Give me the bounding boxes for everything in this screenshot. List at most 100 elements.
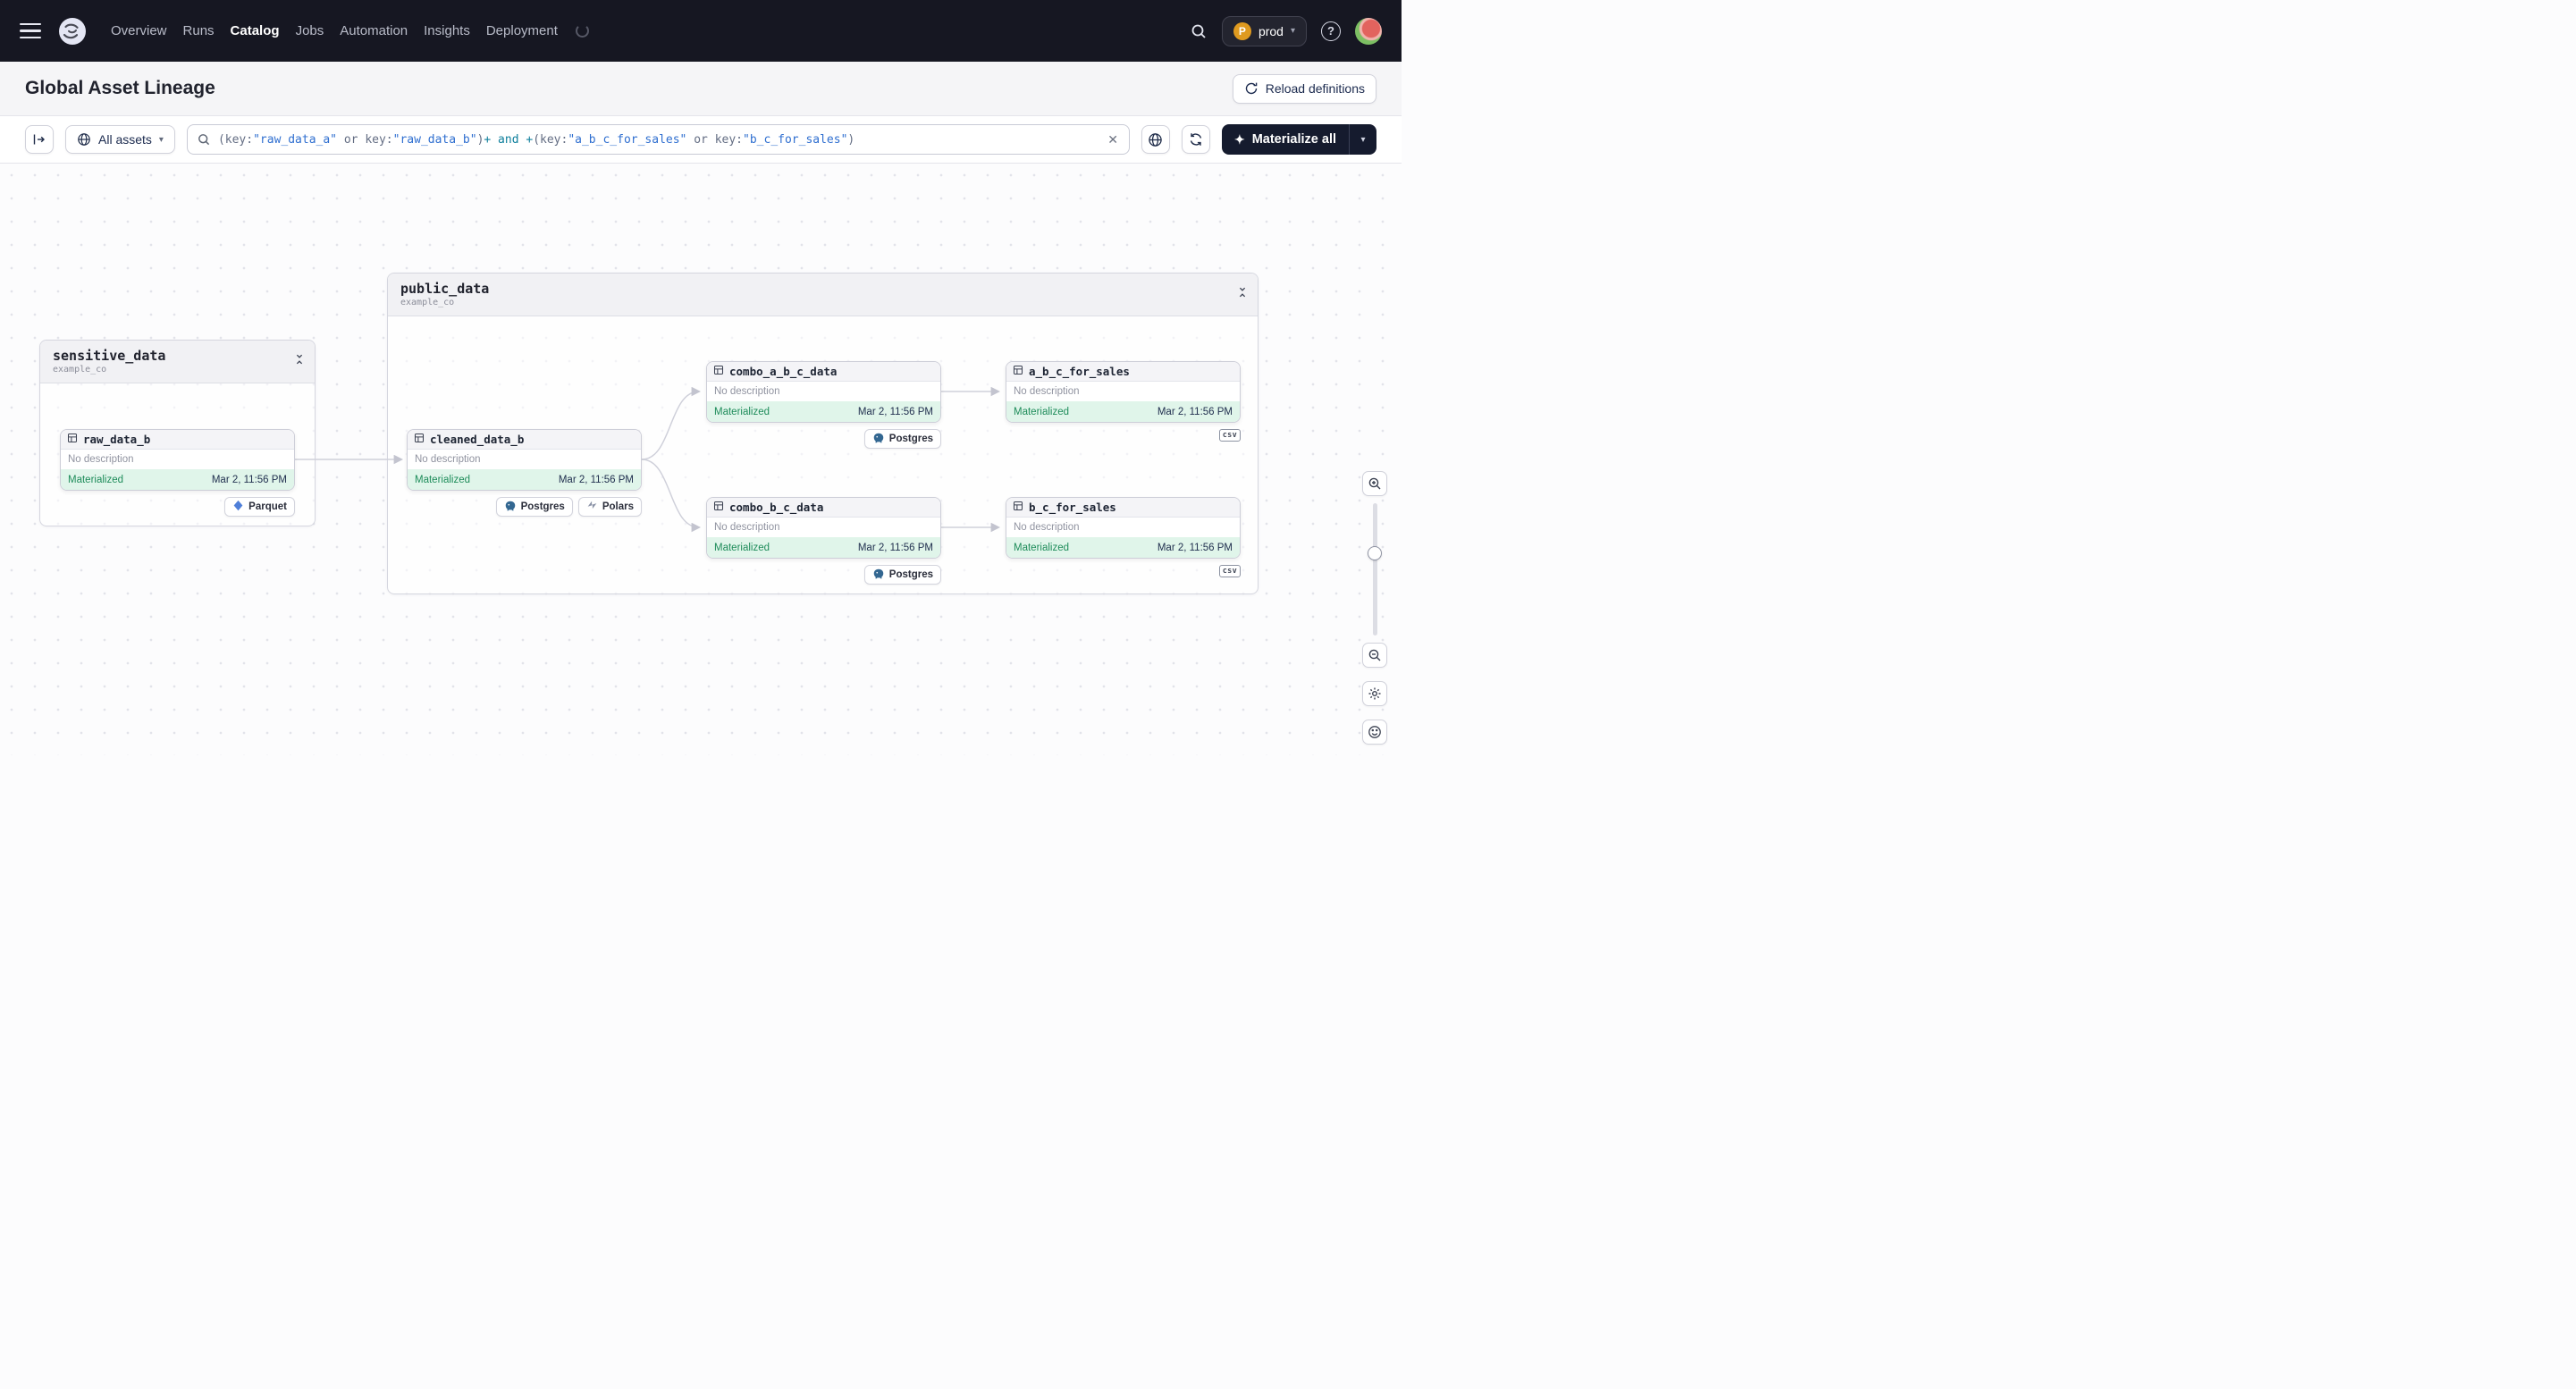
- asset-card[interactable]: combo_a_b_c_data No description Material…: [706, 361, 941, 423]
- zoom-in-button[interactable]: [1362, 471, 1387, 496]
- asset-card-header: combo_a_b_c_data: [707, 362, 940, 382]
- loading-spinner-icon: [575, 24, 589, 38]
- asset-status-row: Materialized Mar 2, 11:56 PM: [408, 469, 641, 490]
- chevron-down-icon: ▾: [1290, 26, 1295, 36]
- asset-tags: Postgres: [706, 429, 941, 449]
- reload-definitions-label: Reload definitions: [1265, 81, 1365, 96]
- postgres-icon: [872, 432, 885, 447]
- asset-scope-label: All assets: [98, 132, 152, 147]
- refresh-button[interactable]: [1181, 125, 1210, 154]
- asset-tags: Postgres: [706, 565, 941, 585]
- open-panel-button[interactable]: [25, 125, 54, 154]
- help-icon[interactable]: ?: [1321, 21, 1341, 41]
- nav-item-catalog[interactable]: Catalog: [231, 18, 280, 44]
- nav-item-automation[interactable]: Automation: [340, 18, 408, 44]
- tag-label: Parquet: [248, 501, 287, 512]
- topnav-right-controls: P prod ▾ ?: [1190, 15, 1382, 46]
- zoom-slider[interactable]: [1362, 503, 1387, 636]
- deployment-initial-badge: P: [1233, 21, 1251, 40]
- materialize-all-label: Materialize all: [1251, 132, 1336, 147]
- globe-icon: [77, 132, 91, 147]
- asset-name: combo_b_c_data: [729, 501, 824, 514]
- nav-item-deployment[interactable]: Deployment: [486, 18, 558, 44]
- zoom-slider-track: [1372, 503, 1377, 636]
- menu-icon[interactable]: [20, 22, 41, 39]
- search-icon: [197, 132, 211, 147]
- query-token: (key:: [533, 132, 568, 147]
- tag-label: Polars: [602, 501, 634, 512]
- reload-definitions-button[interactable]: Reload definitions: [1232, 73, 1376, 104]
- materialize-all-split-button: ✦ Materialize all ▾: [1221, 124, 1376, 155]
- collapse-group-icon[interactable]: [1236, 286, 1249, 301]
- asset-node-combo_b_c_data: combo_b_c_data No description Materializ…: [706, 497, 941, 585]
- asset-node-cleaned_data_b: cleaned_data_b No description Materializ…: [407, 429, 642, 517]
- code-location-label: example_co: [53, 365, 107, 375]
- asset-table-icon: [1013, 500, 1023, 516]
- asset-description: No description: [1014, 386, 1080, 397]
- page-title: Global Asset Lineage: [25, 78, 215, 98]
- materialize-all-button[interactable]: ✦ Materialize all: [1222, 124, 1349, 155]
- asset-card[interactable]: raw_data_b No description Materialized M…: [60, 429, 295, 491]
- asset-card[interactable]: cleaned_data_b No description Materializ…: [407, 429, 642, 491]
- postgres-icon: [504, 500, 517, 515]
- asset-scope-dropdown[interactable]: All assets ▾: [65, 125, 175, 154]
- nav-item-insights[interactable]: Insights: [424, 18, 470, 44]
- tag-postgres[interactable]: Postgres: [495, 497, 573, 517]
- asset-table-icon: [67, 432, 78, 448]
- asset-selection-input[interactable]: (key:"raw_data_a" or key:"raw_data_b")+ …: [186, 124, 1130, 155]
- asset-tags: Postgres Polars: [407, 497, 642, 517]
- query-token: + and +: [484, 132, 534, 147]
- asset-name: combo_a_b_c_data: [729, 365, 838, 378]
- asset-description: No description: [714, 522, 780, 533]
- status-badge: Materialized: [1014, 406, 1069, 417]
- materialization-timestamp: Mar 2, 11:56 PM: [1157, 542, 1233, 553]
- tag-label: Postgres: [888, 569, 933, 580]
- tag-polars[interactable]: Polars: [577, 497, 642, 517]
- asset-table-icon: [414, 432, 425, 448]
- dagster-logo[interactable]: [57, 16, 88, 46]
- nav-item-jobs[interactable]: Jobs: [296, 18, 324, 44]
- tag-label: Postgres: [888, 434, 933, 444]
- status-badge: Materialized: [1014, 542, 1069, 553]
- clear-query-icon[interactable]: ✕: [1106, 132, 1120, 147]
- tag-label: Postgres: [520, 501, 565, 512]
- collapse-group-icon[interactable]: [293, 353, 306, 368]
- asset-card[interactable]: combo_b_c_data No description Materializ…: [706, 497, 941, 559]
- tag-parquet[interactable]: Parquet: [224, 497, 295, 517]
- search-icon[interactable]: [1190, 22, 1208, 40]
- asset-name: b_c_for_sales: [1029, 501, 1116, 514]
- materialize-options-caret[interactable]: ▾: [1350, 124, 1376, 155]
- tag-postgres[interactable]: Postgres: [863, 429, 941, 449]
- query-token: "raw_data_a": [253, 132, 338, 147]
- query-token: key:: [714, 132, 744, 147]
- settings-gear-button[interactable]: [1362, 681, 1387, 706]
- asset-card[interactable]: b_c_for_sales No description Materialize…: [1006, 497, 1241, 559]
- lineage-toolbar: All assets ▾ (key:"raw_data_a" or key:"r…: [0, 116, 1402, 164]
- asset-card-header: b_c_for_sales: [1006, 498, 1240, 518]
- asset-card[interactable]: a_b_c_for_sales No description Materiali…: [1006, 361, 1241, 423]
- nav-item-overview[interactable]: Overview: [111, 18, 167, 44]
- reload-icon: [1244, 81, 1259, 96]
- asset-card-header: a_b_c_for_sales: [1006, 362, 1240, 382]
- chevron-down-icon: ▾: [1360, 134, 1366, 145]
- sparkle-icon: ✦: [1233, 131, 1245, 147]
- page-header: Global Asset Lineage Reload definitions: [0, 62, 1402, 116]
- user-avatar[interactable]: [1355, 17, 1382, 45]
- zoom-slider-knob[interactable]: [1368, 546, 1382, 560]
- tag-postgres[interactable]: Postgres: [863, 565, 941, 585]
- asset-name: cleaned_data_b: [430, 433, 525, 446]
- deployment-switcher[interactable]: P prod ▾: [1221, 15, 1307, 46]
- status-badge: Materialized: [415, 474, 470, 485]
- feedback-smiley-button[interactable]: [1362, 720, 1387, 745]
- zoom-out-button[interactable]: [1362, 643, 1387, 668]
- graph-view-globe-button[interactable]: [1141, 125, 1170, 154]
- postgres-icon: [872, 568, 885, 583]
- asset-node-combo_a_b_c_data: combo_a_b_c_data No description Material…: [706, 361, 941, 449]
- asset-tags: Parquet: [60, 497, 295, 517]
- deployment-name: prod: [1258, 23, 1284, 38]
- asset-status-row: Materialized Mar 2, 11:56 PM: [1006, 537, 1240, 558]
- asset-description: No description: [415, 454, 481, 465]
- asset-card-header: combo_b_c_data: [707, 498, 940, 518]
- nav-item-runs[interactable]: Runs: [183, 18, 215, 44]
- lineage-canvas[interactable]: sensitive_data example_co public_data ex…: [0, 164, 1402, 755]
